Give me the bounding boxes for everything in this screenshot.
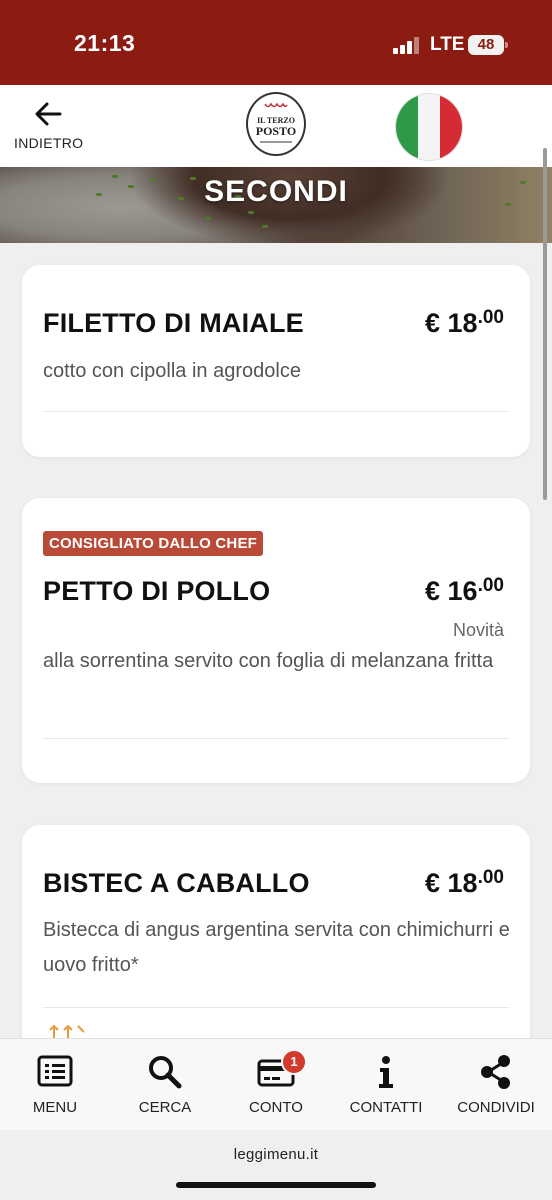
search-icon [149,1056,182,1089]
italian-flag-icon[interactable] [396,94,462,160]
dish-description: Bistecca di angus argentina servita con … [43,919,510,976]
restaurant-logo[interactable]: IL TERZO POSTO [246,92,306,156]
section-banner: SECONDI [0,167,552,243]
nav-label: CONTO [249,1099,303,1116]
card-divider [43,411,509,412]
back-button[interactable]: INDIETRO [14,99,94,159]
logo-subline [260,141,292,143]
nav-label: MENU [32,1099,78,1116]
nav-search[interactable]: CERCA [110,1039,220,1131]
back-label: INDIETRO [14,135,84,151]
nav-share[interactable]: CONDIVIDI [441,1039,551,1131]
dish-description: cotto con cipolla in agrodolce [43,360,301,382]
nav-label: CERCA [138,1099,192,1116]
dish-card[interactable]: CONSIGLIATO DALLO CHEF PETTO DI POLLO € … [22,498,530,783]
dish-card[interactable]: BISTEC A CABALLO € 18.00 Bistecca di ang… [22,825,530,1065]
bill-count-badge: 1 [281,1049,307,1075]
site-url[interactable]: leggimenu.it [0,1146,552,1163]
status-time: 21:13 [74,30,136,56]
signal-icon [393,36,421,54]
dish-name: FILETTO DI MAIALE [43,308,304,338]
list-icon [37,1055,73,1087]
status-bar: 21:13 LTE 48 [0,0,552,85]
dish-price: € 18.00 [425,867,504,898]
network-type: LTE [430,34,465,55]
wave-icon [264,102,288,108]
nav-contacts[interactable]: CONTATTI [331,1039,441,1131]
dish-description: alla sorrentina servito con foglia di me… [43,650,494,672]
dish-price: € 18.00 [425,307,504,338]
bottom-nav: MENU CERCA 1 CONTO CONTATTI CONDIVIDI [0,1038,552,1130]
battery-icon: 48 [468,35,508,55]
browser-footer: leggimenu.it [0,1130,552,1200]
dish-price: € 16.00 [425,575,504,606]
allergen-icon [49,1024,84,1038]
dish-name: PETTO DI POLLO [43,576,271,606]
card-divider [43,1007,509,1008]
nav-label: CONDIVIDI [457,1099,535,1116]
arrow-left-icon [35,102,62,126]
share-icon [481,1055,510,1089]
nav-label: CONTATTI [349,1099,423,1116]
new-tag: Novità [452,620,504,640]
info-icon [379,1056,393,1088]
card-divider [43,738,509,739]
logo-text-main: POSTO [255,124,297,138]
chef-recommended-badge: CONSIGLIATO DALLO CHEF [43,531,264,556]
nav-bill[interactable]: 1 CONTO [221,1039,331,1131]
section-title: SECONDI [204,175,348,208]
dish-name: BISTEC A CABALLO [43,868,310,898]
dish-card[interactable]: FILETTO DI MAIALE € 18.00 cotto con cipo… [22,265,530,457]
home-indicator[interactable] [176,1182,376,1188]
nav-menu[interactable]: MENU [0,1039,110,1131]
app-header: INDIETRO IL TERZO POSTO [0,85,552,167]
